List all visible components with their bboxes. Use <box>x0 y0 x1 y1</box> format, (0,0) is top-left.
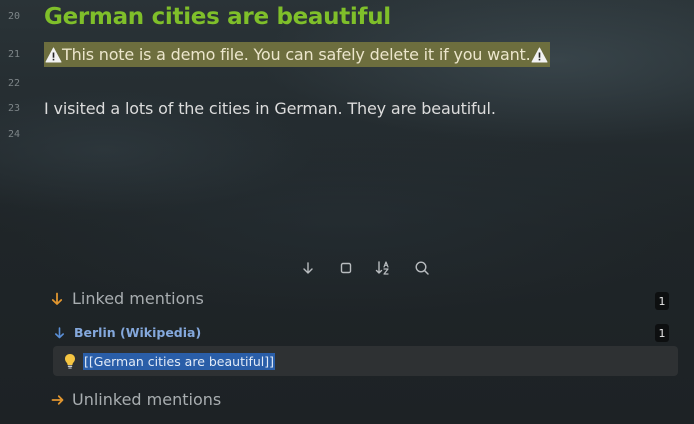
unlinked-mentions-label: Unlinked mentions <box>72 390 222 409</box>
warning-icon <box>531 47 548 63</box>
change-sort-order-button[interactable] <box>372 257 396 279</box>
lightbulb-icon <box>63 352 77 370</box>
arrow-down-icon <box>54 326 66 339</box>
collapse-results-button[interactable] <box>296 257 320 279</box>
arrow-right-icon <box>50 392 64 408</box>
line-number-20: 20 <box>7 11 20 22</box>
backlink-match-item[interactable]: [[German cities are beautiful]] <box>53 346 678 376</box>
linked-mentions-label: Linked mentions <box>72 289 204 308</box>
line-number-22: 22 <box>7 78 20 89</box>
arrow-down-icon <box>303 262 313 274</box>
warning-icon <box>45 47 62 63</box>
backlink-source-count: 1 <box>655 324 669 342</box>
arrow-down-icon <box>50 291 64 307</box>
warning-callout[interactable]: This note is a demo file. You can safely… <box>44 42 550 67</box>
note-body-paragraph[interactable]: I visited a lots of the cities in German… <box>44 99 496 118</box>
sort-az-icon <box>375 261 389 275</box>
internal-link[interactable]: [[German cities are beautiful]] <box>83 352 275 370</box>
line-number-23: 23 <box>7 103 20 114</box>
linked-mentions-header[interactable]: Linked mentions <box>50 289 204 308</box>
note-heading[interactable]: German cities are beautiful <box>44 4 391 30</box>
backlink-source-title: Berlin (Wikipedia) <box>74 325 202 340</box>
search-icon <box>415 261 429 275</box>
warning-text: This note is a demo file. You can safely… <box>62 45 531 64</box>
backlink-source-row[interactable]: Berlin (Wikipedia) <box>54 325 201 340</box>
unlinked-mentions-header[interactable]: Unlinked mentions <box>50 390 221 409</box>
backlinks-toolbar <box>296 257 434 279</box>
show-more-context-button[interactable] <box>334 257 358 279</box>
linked-mentions-count: 1 <box>655 292 669 310</box>
search-button[interactable] <box>410 257 434 279</box>
line-number-21: 21 <box>7 49 20 60</box>
square-icon <box>340 262 352 274</box>
line-number-24: 24 <box>7 129 20 140</box>
